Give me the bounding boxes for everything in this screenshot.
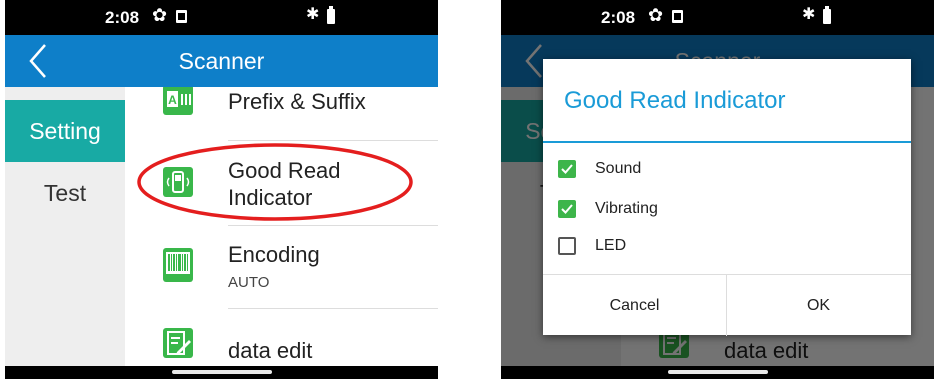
list-item-prefix-suffix[interactable]: A Prefix & Suffix xyxy=(125,87,438,123)
svg-text:A: A xyxy=(168,93,177,107)
settings-list: A Prefix & Suffix Good Read Indicator En… xyxy=(125,87,438,366)
checkbox-unchecked-icon[interactable] xyxy=(558,237,576,255)
ok-button[interactable]: OK xyxy=(727,275,910,336)
good-read-indicator-dialog: Good Read Indicator Sound Vibrating LED … xyxy=(543,59,911,336)
settings-gear-icon: ✿ xyxy=(152,5,168,25)
status-time: 2:08 xyxy=(601,8,636,27)
page-title: Scanner xyxy=(178,48,265,74)
checkbox-checked-icon[interactable] xyxy=(558,160,576,178)
home-gesture-handle[interactable] xyxy=(172,370,272,374)
battery-icon xyxy=(823,6,831,24)
status-time: 2:08 xyxy=(105,8,140,27)
option-vibrating[interactable]: Vibrating xyxy=(558,194,858,226)
option-sound[interactable]: Sound xyxy=(558,154,858,186)
scanner-settings-screen: 2:08 ✿ ✱ Scanner Setting Test A Prefix &… xyxy=(5,0,438,379)
option-led[interactable]: LED xyxy=(558,231,858,263)
option-label: Sound xyxy=(595,160,642,177)
status-bar: 2:08 ✿ ✱ xyxy=(5,0,438,35)
bluetooth-icon: ✱ xyxy=(306,6,320,23)
option-label: LED xyxy=(595,237,627,254)
navigation-bar xyxy=(5,366,438,379)
home-gesture-handle[interactable] xyxy=(668,370,768,374)
good-read-dialog-screen: 2:08 ✿ ✱ Scanner Setting Test data edit … xyxy=(501,0,934,379)
status-bar: 2:08 ✿ ✱ xyxy=(501,0,934,35)
sim-card-icon xyxy=(176,10,187,23)
app-bar: Scanner xyxy=(5,35,438,87)
encoding-label: Encoding xyxy=(228,242,320,267)
data-edit-label: data edit xyxy=(228,338,313,363)
highlight-ellipse xyxy=(137,143,413,221)
navigation-bar xyxy=(501,366,934,379)
data-edit-icon xyxy=(163,328,193,358)
sidebar-item-test[interactable]: Test xyxy=(5,162,125,224)
dialog-title: Good Read Indicator xyxy=(564,87,786,114)
prefix-suffix-icon: A xyxy=(163,87,193,115)
prefix-suffix-label: Prefix & Suffix xyxy=(228,89,366,114)
sidebar-item-setting[interactable]: Setting xyxy=(5,100,125,162)
cancel-button[interactable]: Cancel xyxy=(543,275,727,336)
list-item-encoding[interactable]: Encoding AUTO xyxy=(125,226,438,308)
sidebar: Setting Test xyxy=(5,87,125,366)
barcode-icon xyxy=(163,248,193,282)
checkbox-checked-icon[interactable] xyxy=(558,200,576,218)
sim-card-icon xyxy=(672,10,683,23)
bluetooth-icon: ✱ xyxy=(802,6,816,23)
battery-icon xyxy=(327,6,335,24)
option-label: Vibrating xyxy=(595,200,658,217)
encoding-value: AUTO xyxy=(228,274,270,291)
dialog-button-bar: Cancel OK xyxy=(543,274,911,336)
dialog-title-divider xyxy=(543,141,911,143)
settings-gear-icon: ✿ xyxy=(648,5,664,25)
list-item-data-edit[interactable]: data edit xyxy=(125,309,438,366)
